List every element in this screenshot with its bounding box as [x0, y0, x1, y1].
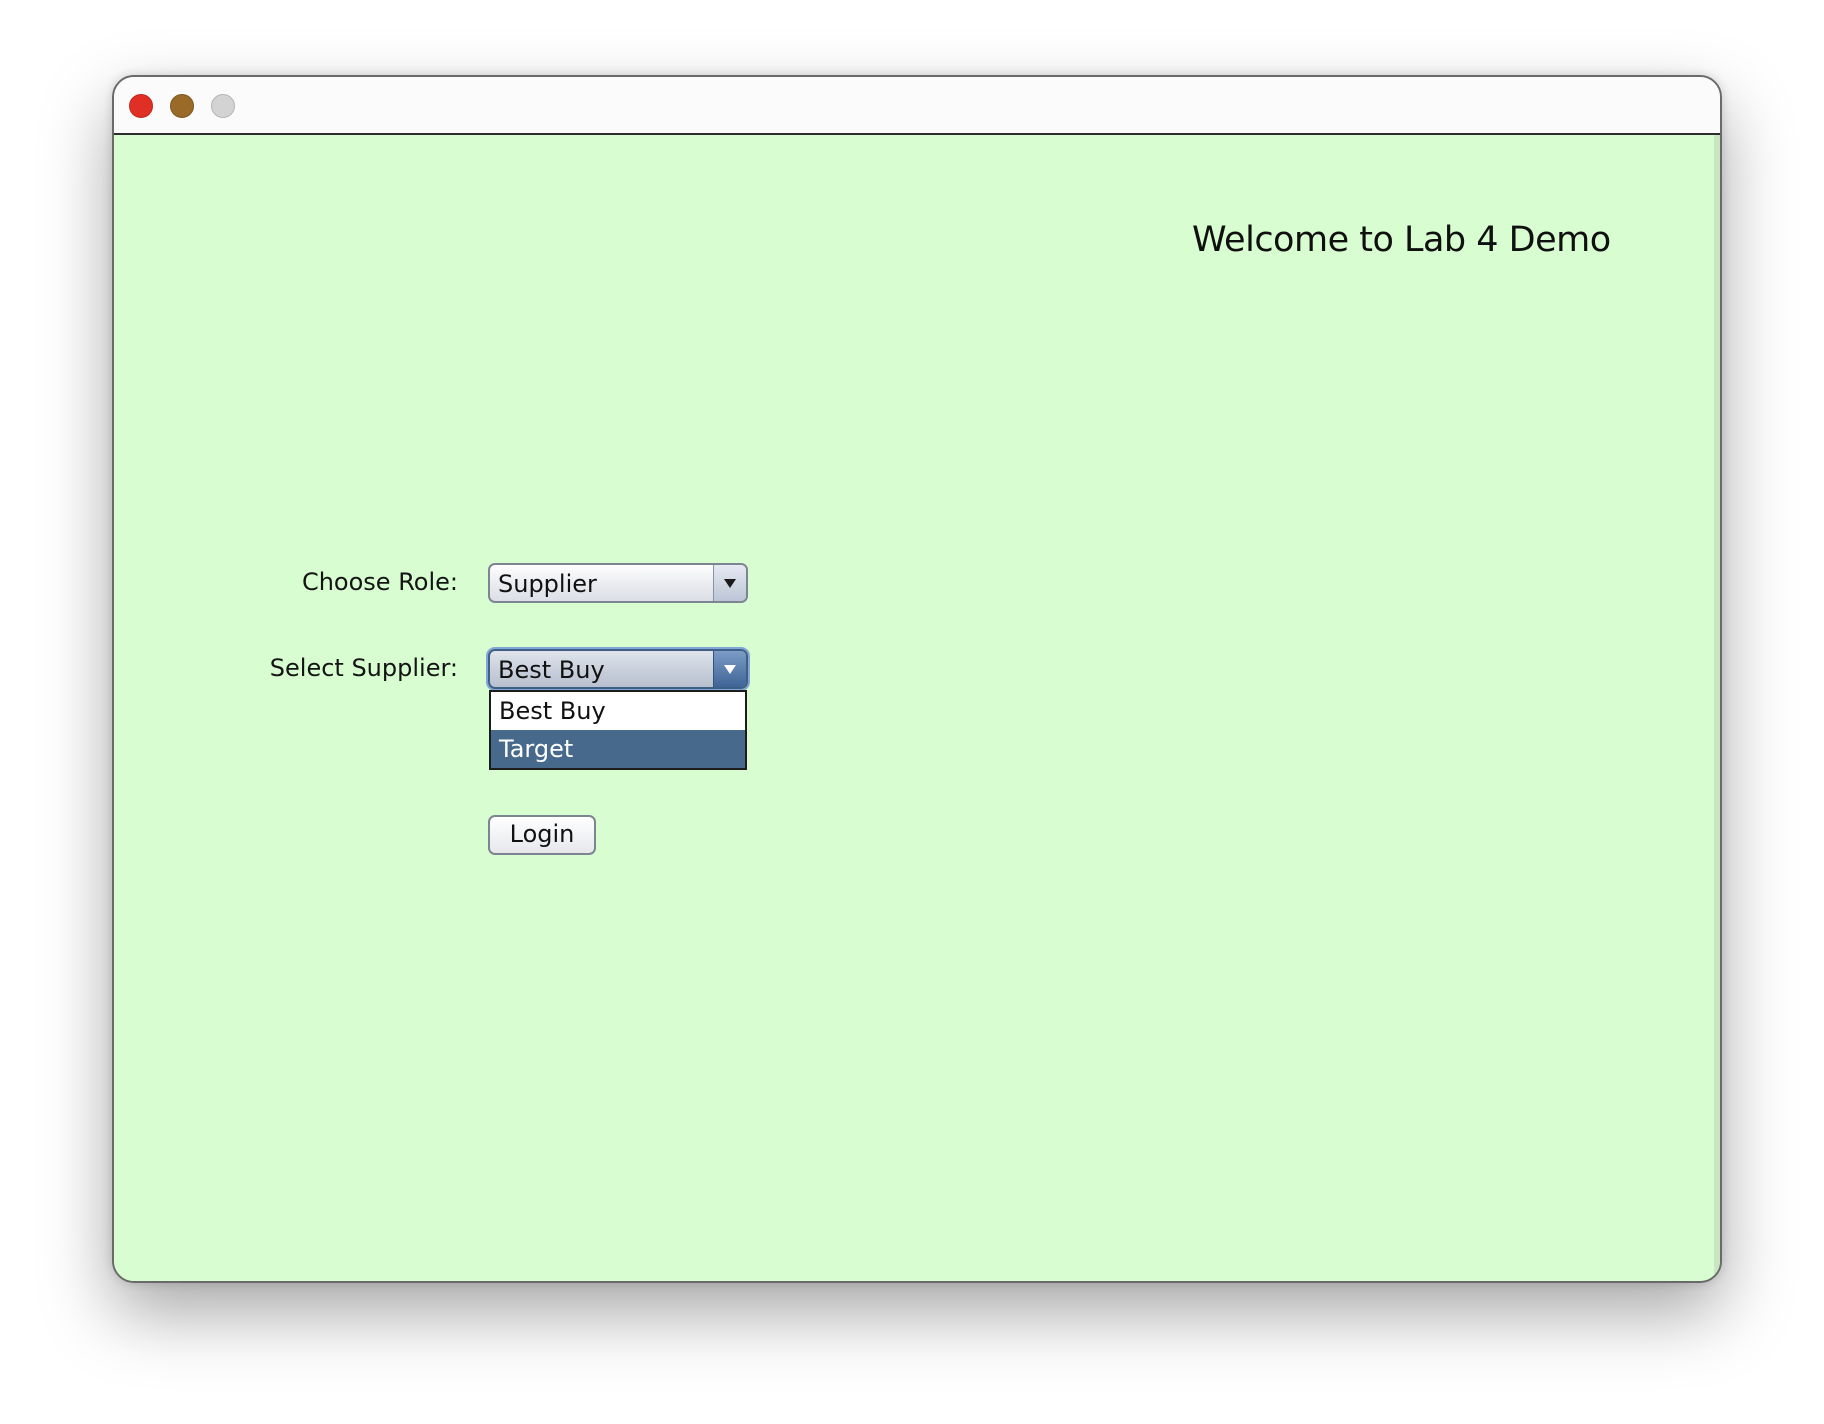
select-supplier-label: Select Supplier: — [269, 654, 458, 682]
role-dropdown-value: Supplier — [498, 570, 597, 598]
welcome-heading: Welcome to Lab 4 Demo — [1192, 220, 1611, 260]
chevron-down-icon — [724, 579, 736, 588]
supplier-option-target[interactable]: Target — [491, 730, 745, 768]
login-button[interactable]: Login — [488, 815, 596, 855]
supplier-option-best-buy[interactable]: Best Buy — [491, 692, 745, 730]
chevron-down-icon — [724, 665, 736, 674]
choose-role-label: Choose Role: — [301, 568, 458, 596]
minimize-icon[interactable] — [170, 94, 194, 118]
app-window: Welcome to Lab 4 Demo Choose Role: Suppl… — [112, 75, 1722, 1283]
supplier-options-list: Best Buy Target — [489, 690, 747, 770]
zoom-icon[interactable] — [211, 94, 235, 118]
window-edge — [1714, 135, 1720, 1281]
main-panel: Welcome to Lab 4 Demo Choose Role: Suppl… — [114, 135, 1720, 1281]
supplier-dropdown-value: Best Buy — [498, 656, 605, 684]
supplier-dropdown[interactable]: Best Buy — [488, 649, 748, 689]
supplier-dropdown-arrow[interactable] — [713, 651, 746, 687]
role-dropdown-arrow[interactable] — [713, 565, 746, 601]
title-bar — [114, 77, 1720, 135]
close-icon[interactable] — [129, 94, 153, 118]
role-dropdown[interactable]: Supplier — [488, 563, 748, 603]
